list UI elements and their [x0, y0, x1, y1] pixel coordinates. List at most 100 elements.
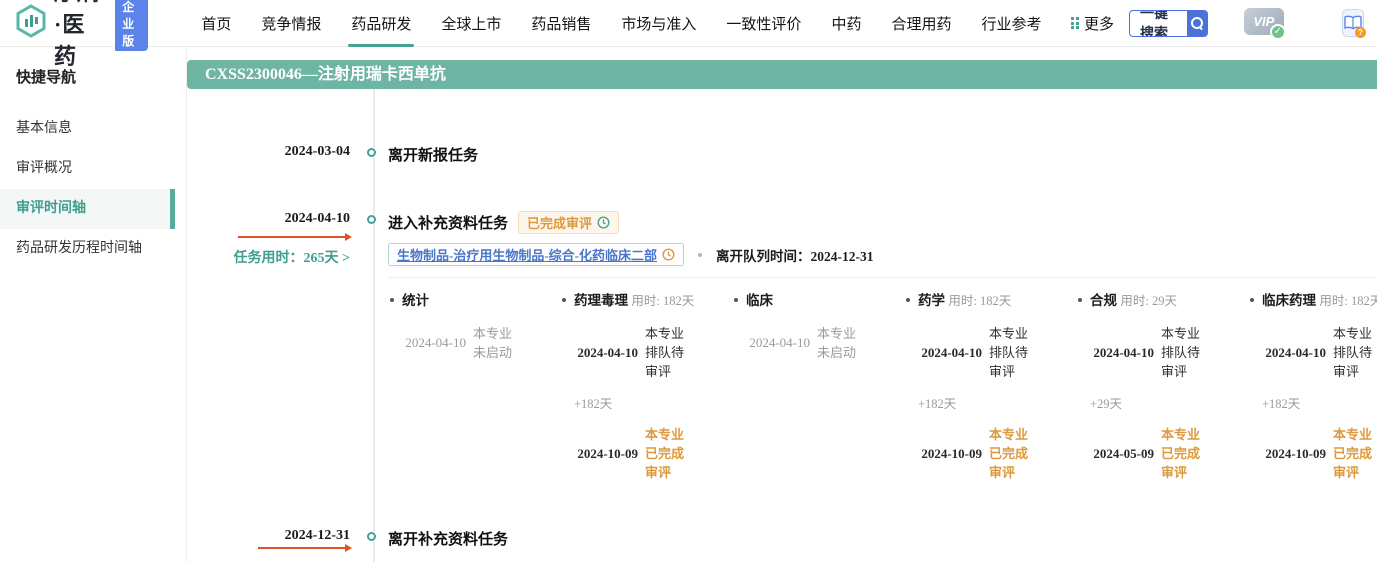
sidebar-item[interactable]: 审评概况 — [0, 149, 175, 189]
review-column-duration: 用时: 29天 — [1120, 294, 1177, 308]
nav-item-label: 全球上市 — [441, 13, 501, 34]
nav-item[interactable]: 合理用药 — [876, 0, 966, 47]
review-column-name: 合规 — [1090, 293, 1117, 308]
timeline-node-icon — [367, 148, 376, 157]
review-column: 药理毒理 用时: 182天 2024-04-10 本专业排队待审评 +182天 … — [560, 291, 732, 482]
nav-item-label: 中药 — [831, 13, 861, 34]
sidebar-item[interactable]: 审评时间轴 — [0, 189, 175, 229]
sidebar-item[interactable]: 基本信息 — [0, 109, 175, 149]
bullet-icon — [1250, 298, 1254, 302]
event-title: 离开新报任务 — [388, 144, 1377, 165]
nav-item[interactable]: 更多 — [1056, 0, 1129, 47]
grid-dots-icon — [1071, 17, 1079, 29]
status-date: 2024-04-10 — [910, 345, 982, 361]
nav-item[interactable]: 药品研发 — [336, 0, 426, 47]
status-text: 本专业未启动 — [817, 324, 860, 362]
nav-item-label: 竞争情报 — [261, 13, 321, 34]
review-column-header: 临床药理 用时: 182天 — [1250, 291, 1377, 311]
review-status-row: 2024-04-10 本专业未启动 — [738, 324, 894, 362]
status-text: 本专业未启动 — [473, 324, 516, 362]
bullet-icon — [734, 298, 738, 302]
review-column: 合规 用时: 29天 2024-04-10 本专业排队待审评 +29天 2024… — [1076, 291, 1248, 482]
help-book-icon[interactable]: ? — [1342, 9, 1364, 37]
bullet-icon — [906, 298, 910, 302]
department-link-badge[interactable]: 生物制品-治疗用生物制品-综合-化药临床二部 — [388, 243, 684, 266]
vip-badge-icon[interactable]: VIP ✓ — [1244, 8, 1284, 38]
sidebar-items: 基本信息 审评概况 审评时间轴 药品研发历程时间轴 — [0, 109, 186, 269]
review-status-row: 2024-04-10 本专业排队待审评 — [566, 324, 722, 381]
status-date: 2024-10-09 — [910, 446, 982, 462]
review-column-name: 临床 — [746, 293, 773, 308]
review-status-row: 2024-10-09 本专业已完成审评 — [910, 425, 1066, 482]
review-column-name: 药学 — [918, 293, 945, 308]
main-content: CXSS2300046—注射用瑞卡西单抗 2024-03-04 离开新报任务 — [187, 47, 1377, 562]
status-text: 本专业排队待审评 — [1161, 324, 1204, 381]
specialty-review-table: 统计 2024-04-10 本专业未启动 药理毒理 用时: 182天 2024-… — [388, 277, 1377, 482]
enterprise-edition-badge: 企业版 — [115, 0, 148, 51]
status-date: 2024-10-09 — [566, 446, 638, 462]
event-title: 进入补充资料任务 — [388, 212, 508, 233]
top-navbar: 摩熵·医药 企业版 首页 竞争情报 药品研发 全球上市 药品销售 市场与准入 一… — [0, 0, 1377, 47]
nav-item-label: 市场与准入 — [621, 13, 696, 34]
status-text: 本专业已完成审评 — [1161, 425, 1204, 482]
search-icon[interactable] — [1187, 10, 1207, 37]
status-text: 本专业已完成审评 — [989, 425, 1032, 482]
review-column-entries: 2024-04-10 本专业排队待审评 +182天 2024-10-09 本专业… — [906, 324, 1066, 482]
separator-dot-icon — [698, 253, 702, 257]
status-date: 2024-04-10 — [738, 335, 810, 351]
nav-item[interactable]: 一致性评价 — [711, 0, 816, 47]
sidebar-title: 快捷导航 — [0, 66, 186, 87]
review-column-duration: 用时: 182天 — [1319, 294, 1377, 308]
brand-logo-icon — [14, 4, 48, 43]
timeline-event: 2024-03-04 离开新报任务 — [187, 144, 1377, 165]
review-status-row: 2024-10-09 本专业已完成审评 — [1254, 425, 1377, 482]
timeline-event: 2024-04-10 任务用时：265天 > 进入补充资料任务 已完成审评 — [187, 211, 1377, 482]
review-complete-badge[interactable]: 已完成审评 — [518, 211, 619, 234]
review-column-name: 统计 — [402, 293, 429, 308]
nav-item-label: 行业参考 — [981, 13, 1041, 34]
elapsed-days: +182天 — [1262, 393, 1377, 412]
event-date: 2024-04-10 — [187, 211, 350, 227]
bullet-icon — [562, 298, 566, 302]
review-column-name: 药理毒理 — [574, 293, 628, 308]
bullet-icon — [390, 298, 394, 302]
app-window: 摩熵·医药 企业版 首页 竞争情报 药品研发 全球上市 药品销售 市场与准入 一… — [0, 0, 1377, 562]
page-title: CXSS2300046—注射用瑞卡西单抗 — [187, 60, 1377, 89]
nav-item[interactable]: 首页 — [186, 0, 246, 47]
review-column-duration: 用时: 182天 — [948, 294, 1011, 308]
nav-item[interactable]: 行业参考 — [966, 0, 1056, 47]
nav-item-label: 更多 — [1084, 13, 1114, 34]
nav-item-label: 合理用药 — [891, 13, 951, 34]
status-text: 本专业已完成审评 — [1333, 425, 1376, 482]
timeline-node-icon — [367, 215, 376, 224]
progress-arrow-icon — [238, 236, 350, 238]
status-date: 2024-04-10 — [566, 345, 638, 361]
quick-search-button[interactable]: 一键搜索 — [1129, 10, 1208, 37]
sidebar: 快捷导航 基本信息 审评概况 审评时间轴 药品研发历程时间轴 — [0, 47, 187, 562]
nav-item[interactable]: 中药 — [816, 0, 876, 47]
nav-item[interactable]: 市场与准入 — [606, 0, 711, 47]
elapsed-days: +29天 — [1090, 393, 1238, 412]
review-column-entries: 2024-04-10 本专业未启动 — [734, 324, 894, 362]
review-column: 统计 2024-04-10 本专业未启动 — [388, 291, 560, 482]
nav-item-label: 药品销售 — [531, 13, 591, 34]
review-column-header: 合规 用时: 29天 — [1078, 291, 1238, 311]
nav-item-label: 首页 — [201, 13, 231, 34]
nav-item-label: 一致性评价 — [726, 13, 801, 34]
main-nav: 首页 竞争情报 药品研发 全球上市 药品销售 市场与准入 一致性评价 中药 合理… — [186, 0, 1129, 47]
review-status-row: 2024-05-09 本专业已完成审评 — [1082, 425, 1238, 482]
sidebar-item[interactable]: 药品研发历程时间轴 — [0, 229, 175, 269]
nav-item[interactable]: 全球上市 — [426, 0, 516, 47]
review-column-header: 药理毒理 用时: 182天 — [562, 291, 722, 311]
nav-item[interactable]: 药品销售 — [516, 0, 606, 47]
status-text: 本专业排队待审评 — [645, 324, 688, 381]
review-column: 临床药理 用时: 182天 2024-04-10 本专业排队待审评 +182天 … — [1248, 291, 1377, 482]
status-text: 本专业已完成审评 — [645, 425, 688, 482]
task-duration-link[interactable]: 任务用时：265天 > — [187, 247, 350, 267]
review-status-row: 2024-04-10 本专业排队待审评 — [1254, 324, 1377, 381]
nav-item[interactable]: 竞争情报 — [246, 0, 336, 47]
help-question-icon: ? — [1355, 27, 1366, 38]
event-date: 2024-12-31 — [187, 528, 350, 544]
review-column-entries: 2024-04-10 本专业未启动 — [390, 324, 550, 362]
event-title: 离开补充资料任务 — [388, 528, 1377, 549]
